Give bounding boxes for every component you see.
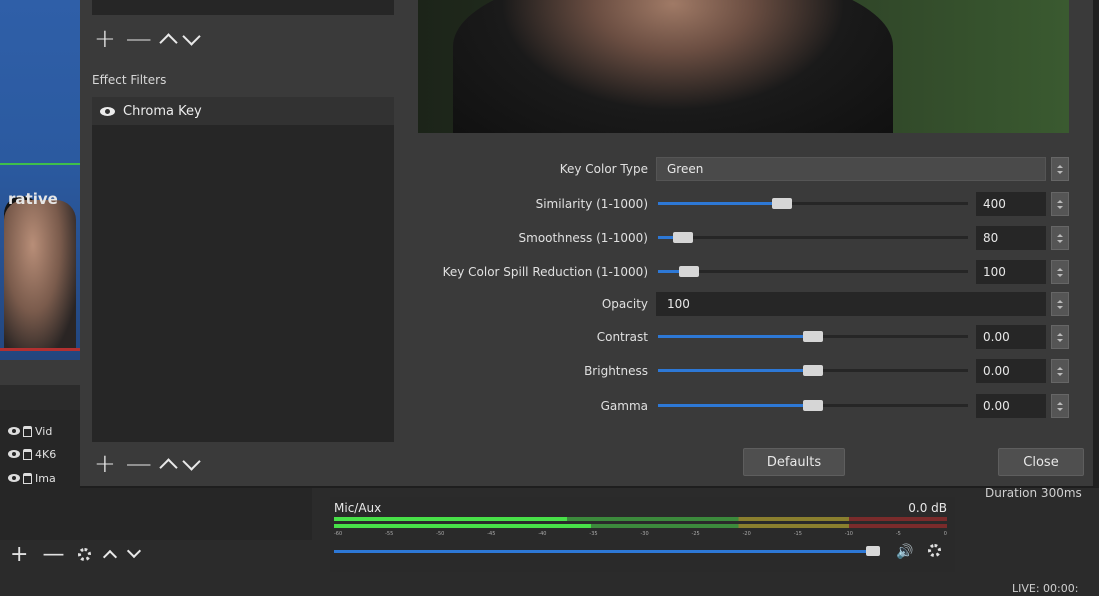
defaults-button[interactable]: Defaults (743, 448, 845, 476)
chevron-up-icon[interactable] (159, 32, 178, 52)
chevron-up-icon[interactable] (159, 457, 178, 477)
program-preview: rative (0, 0, 80, 360)
brightness-slider-handle[interactable] (803, 365, 823, 376)
plus-icon[interactable]: + (94, 451, 116, 477)
similarity-input[interactable]: 400 (976, 192, 1046, 216)
sources-toolbar: + — (0, 540, 322, 568)
smoothness-slider[interactable] (658, 232, 968, 243)
volume-meter (334, 524, 947, 528)
brightness-spinner[interactable] (1051, 359, 1069, 383)
smoothness-input[interactable]: 80 (976, 226, 1046, 250)
source-item[interactable]: Vid (8, 422, 52, 440)
async-filters-list (92, 0, 394, 15)
similarity-slider[interactable] (658, 198, 968, 209)
source-item[interactable]: Ima (8, 469, 56, 487)
meter-ticks: -60 -55 -50 -45 -40 -35 -30 -25 -20 -15 -10 -5 0 (334, 531, 947, 537)
mixer-db-readout: 0.0 dB (908, 501, 947, 515)
contrast-slider-handle[interactable] (803, 331, 823, 342)
eye-icon[interactable] (8, 427, 20, 435)
opacity-input[interactable]: 100 (656, 292, 1046, 316)
spill-reduction-label: Key Color Spill Reduction (1-1000) (442, 265, 648, 279)
effect-filters-list: Chroma Key (92, 97, 394, 442)
preview-person (4, 200, 76, 350)
key-color-type-label: Key Color Type (559, 162, 648, 176)
volume-slider-handle[interactable] (866, 546, 880, 556)
filter-name: Chroma Key (123, 103, 202, 119)
async-filters-toolbar: + — (94, 24, 201, 54)
gamma-slider[interactable] (658, 400, 968, 411)
opacity-spinner[interactable] (1051, 292, 1069, 316)
smoothness-spinner[interactable] (1051, 226, 1069, 250)
source-name: 4K6 (35, 447, 57, 461)
filter-item-chroma-key[interactable]: Chroma Key (92, 97, 394, 125)
smoothness-slider-handle[interactable] (672, 232, 693, 243)
speaker-icon[interactable]: 🔊 (896, 544, 913, 560)
brightness-label: Brightness (584, 364, 648, 378)
preview-person (453, 0, 893, 140)
gear-icon[interactable] (78, 547, 92, 561)
smoothness-label: Smoothness (1-1000) (518, 231, 648, 245)
key-color-type-select[interactable]: Green (656, 157, 1046, 181)
effect-filters-toolbar: + — (94, 449, 201, 479)
dropdown-arrow-icon[interactable] (1051, 157, 1069, 181)
gear-icon[interactable] (928, 544, 941, 557)
mixer-channel-label: Mic/Aux (334, 501, 382, 515)
similarity-spinner[interactable] (1051, 192, 1069, 216)
lock-icon[interactable] (23, 472, 32, 484)
spill-reduction-slider-handle[interactable] (679, 266, 699, 277)
contrast-spinner[interactable] (1051, 325, 1069, 349)
chevron-down-icon[interactable] (182, 26, 201, 46)
volume-slider[interactable] (334, 546, 880, 556)
eye-icon[interactable] (100, 106, 115, 116)
chevron-down-icon[interactable] (182, 451, 201, 471)
minus-icon[interactable]: — (126, 26, 152, 52)
opacity-label: Opacity (601, 297, 648, 311)
gamma-slider-handle[interactable] (803, 400, 823, 411)
transition-duration: Duration 300ms (985, 486, 1082, 500)
lock-icon[interactable] (23, 425, 32, 437)
lock-icon[interactable] (23, 448, 32, 460)
similarity-slider-handle[interactable] (772, 198, 792, 209)
sources-header (0, 360, 80, 385)
source-item[interactable]: 4K6 (8, 445, 56, 463)
eye-icon[interactable] (8, 474, 20, 482)
preview-red-border (0, 348, 80, 351)
source-name: Ima (35, 471, 56, 485)
source-name: Vid (35, 424, 53, 438)
preview-divider (0, 163, 80, 165)
preview-title-text: rative (8, 190, 58, 208)
chevron-up-icon[interactable] (103, 549, 118, 565)
gamma-label: Gamma (600, 399, 648, 413)
brightness-slider[interactable] (658, 365, 968, 376)
plus-icon[interactable]: + (94, 26, 116, 52)
live-timer: LIVE: 00:00: (1012, 582, 1079, 595)
spill-reduction-input[interactable]: 100 (976, 260, 1046, 284)
contrast-label: Contrast (596, 330, 648, 344)
chevron-down-icon[interactable] (127, 543, 142, 559)
audio-mixer-channel: Mic/Aux 0.0 dB -60 -55 -50 -45 -40 -35 -30 -25-… (330, 497, 955, 572)
spill-reduction-spinner[interactable] (1051, 260, 1069, 284)
gamma-spinner[interactable] (1051, 394, 1069, 418)
contrast-input[interactable]: 0.00 (976, 325, 1046, 349)
minus-icon[interactable]: — (42, 542, 64, 567)
similarity-label: Similarity (1-1000) (535, 197, 648, 211)
close-button[interactable]: Close (998, 448, 1084, 476)
filter-preview (418, 0, 1069, 140)
effect-filters-label: Effect Filters (92, 73, 167, 87)
volume-meter (334, 517, 947, 521)
gamma-input[interactable]: 0.00 (976, 394, 1046, 418)
plus-icon[interactable]: + (10, 542, 28, 567)
eye-icon[interactable] (8, 450, 20, 458)
spill-reduction-slider[interactable] (658, 266, 968, 277)
brightness-input[interactable]: 0.00 (976, 359, 1046, 383)
contrast-slider[interactable] (658, 331, 968, 342)
minus-icon[interactable]: — (126, 451, 152, 477)
